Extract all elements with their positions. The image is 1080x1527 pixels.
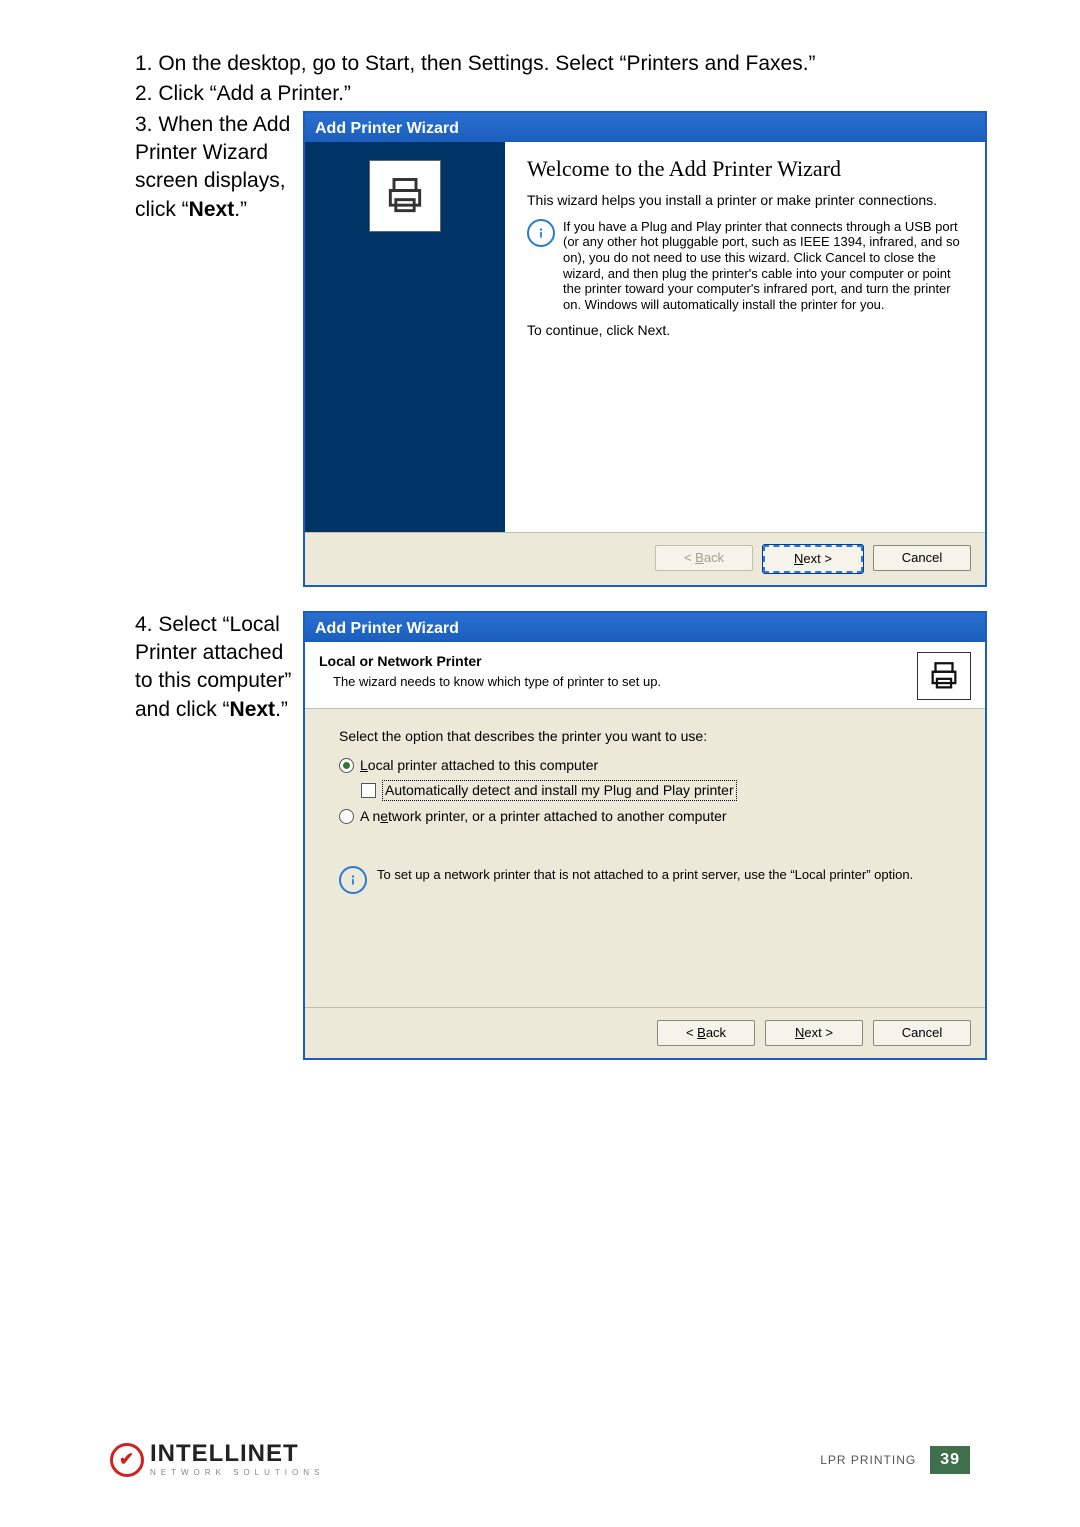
- next-button[interactable]: Next >: [763, 545, 863, 573]
- next-button[interactable]: Next >: [765, 1020, 863, 1046]
- wizard2-header-subtitle: The wizard needs to know which type of p…: [333, 673, 917, 691]
- wizard-info-text: If you have a Plug and Play printer that…: [563, 219, 963, 313]
- footer-section: LPR PRINTING: [820, 1453, 916, 1467]
- wizard-welcome: Add Printer Wizard Welcome to the Add Pr…: [303, 111, 987, 587]
- radio-local-printer[interactable]: [339, 758, 354, 773]
- brand-logo: ✔ INTELLINET NETWORK SOLUTIONS: [110, 1442, 324, 1477]
- wizard-intro: This wizard helps you install a printer …: [527, 192, 963, 209]
- back-button[interactable]: < Back: [657, 1020, 755, 1046]
- radio-network-label[interactable]: A network printer, or a printer attached…: [360, 807, 727, 826]
- info-icon: [339, 866, 367, 894]
- cancel-button[interactable]: Cancel: [873, 1020, 971, 1046]
- wizard2-prompt: Select the option that describes the pri…: [339, 727, 951, 746]
- brand-name: INTELLINET: [150, 1442, 324, 1466]
- wizard-heading: Welcome to the Add Printer Wizard: [527, 156, 963, 182]
- page-footer: ✔ INTELLINET NETWORK SOLUTIONS LPR PRINT…: [110, 1442, 970, 1477]
- checkmark-icon: ✔: [110, 1443, 144, 1477]
- checkbox-autodetect-label[interactable]: Automatically detect and install my Plug…: [382, 780, 737, 801]
- wizard-titlebar: Add Printer Wizard: [305, 113, 985, 142]
- radio-network-printer[interactable]: [339, 809, 354, 824]
- checkbox-autodetect[interactable]: [361, 783, 376, 798]
- printer-icon: [369, 160, 441, 232]
- step-2: 2. Click “Add a Printer.”: [135, 80, 1000, 108]
- info-icon: [527, 219, 555, 247]
- wizard2-header-title: Local or Network Printer: [319, 652, 917, 671]
- back-button: < Back: [655, 545, 753, 571]
- radio-local-label[interactable]: Local printer attached to this computer: [360, 756, 598, 775]
- step-1: 1. On the desktop, go to Start, then Set…: [135, 50, 1000, 78]
- wizard-local-network: Add Printer Wizard Local or Network Prin…: [303, 611, 987, 1060]
- wizard-continue: To continue, click Next.: [527, 322, 963, 339]
- printer-icon: [917, 652, 971, 700]
- brand-sub: NETWORK SOLUTIONS: [150, 1469, 324, 1477]
- cancel-button[interactable]: Cancel: [873, 545, 971, 571]
- wizard-side-panel: [305, 142, 505, 532]
- page-number: 39: [930, 1446, 970, 1474]
- step-4: 4. Select “Local Printer attached to thi…: [135, 611, 303, 724]
- wizard2-info-text: To set up a network printer that is not …: [377, 866, 913, 884]
- wizard-content: Welcome to the Add Printer Wizard This w…: [505, 142, 985, 532]
- step-3: 3. When the Add Printer Wizard screen di…: [135, 111, 303, 224]
- wizard2-titlebar: Add Printer Wizard: [305, 613, 985, 642]
